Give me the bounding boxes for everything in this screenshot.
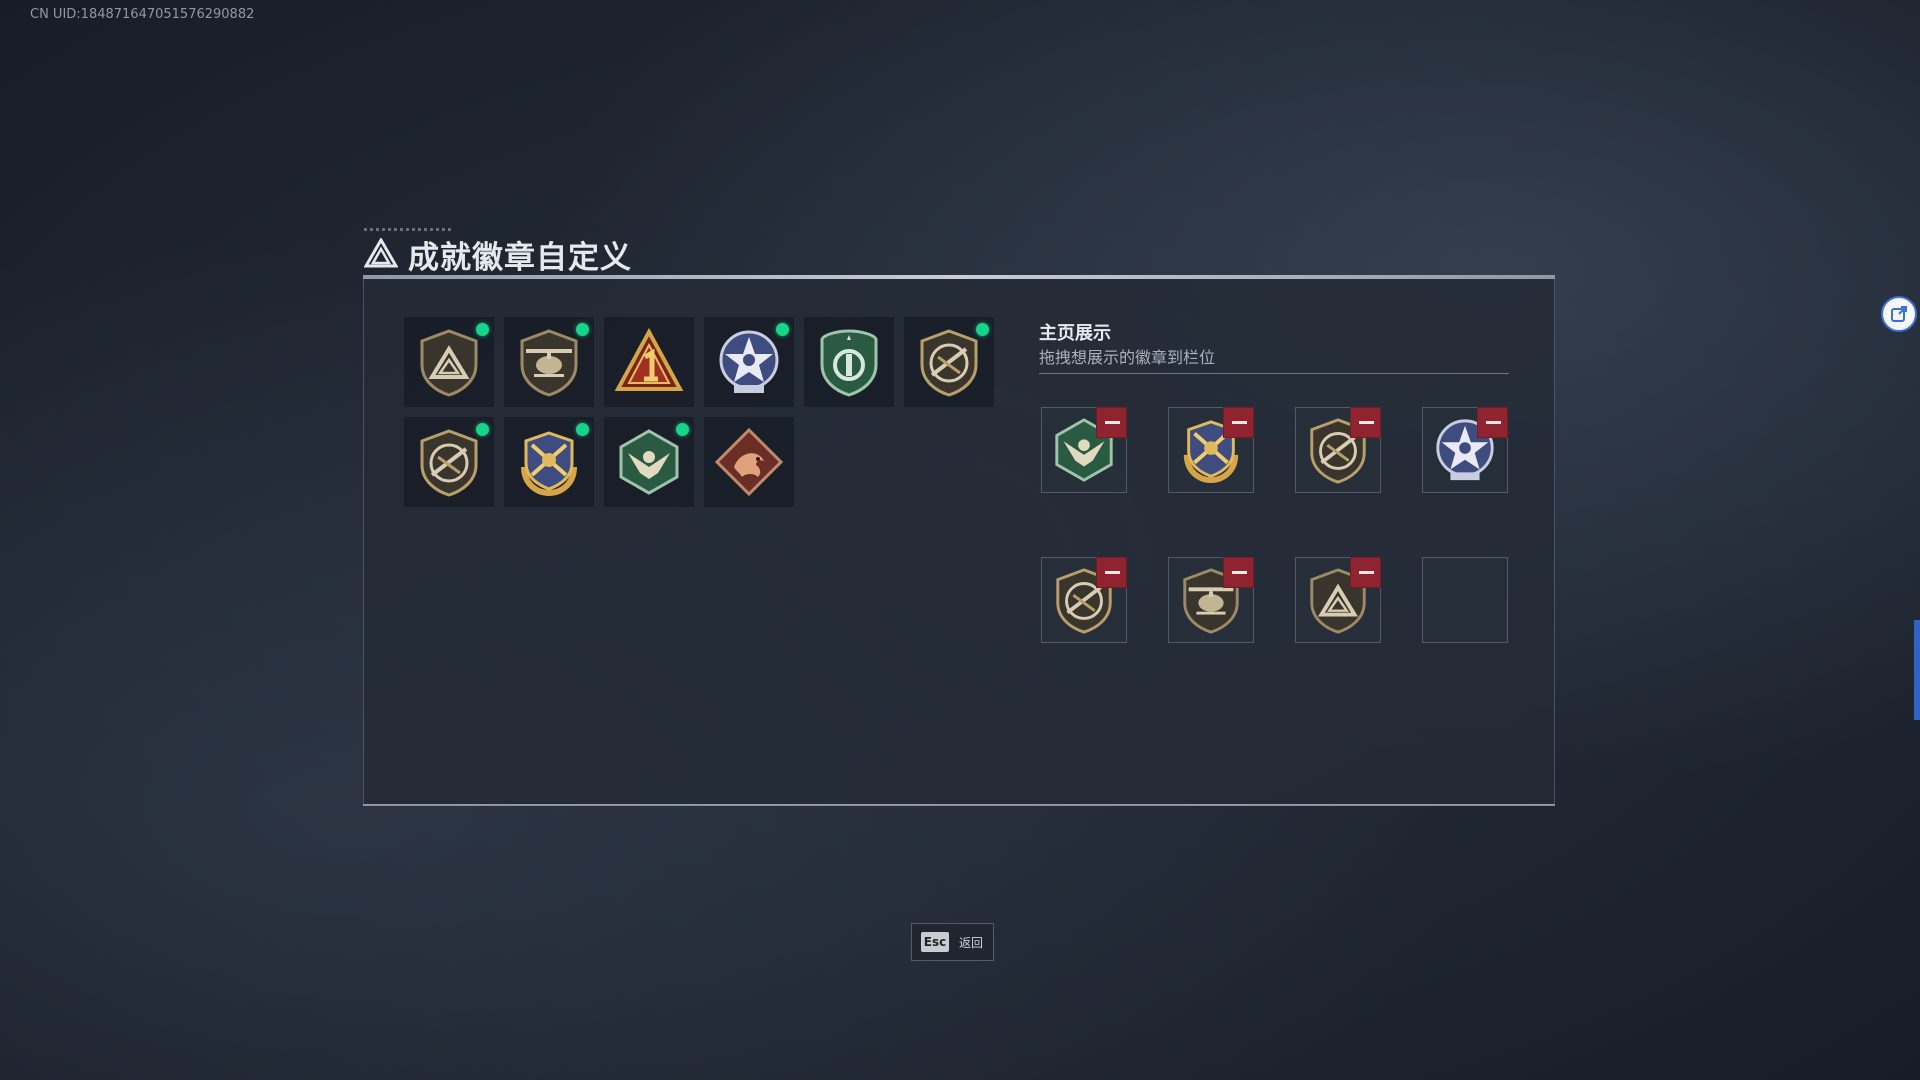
back-label: 返回	[959, 936, 984, 950]
side-float-widget[interactable]	[1881, 296, 1917, 332]
remove-badge-button[interactable]	[1096, 407, 1127, 438]
showcase-slot[interactable]	[1295, 407, 1381, 493]
new-indicator-dot	[976, 323, 989, 336]
owned-badge-cell[interactable]	[804, 317, 894, 407]
owned-badge-cell[interactable]	[904, 317, 994, 407]
remove-badge-button[interactable]	[1223, 557, 1254, 588]
showcase-divider	[1039, 373, 1509, 374]
triangle-logo-icon	[364, 238, 398, 268]
page-title: 成就徽章自定义	[408, 240, 632, 276]
new-indicator-dot	[776, 323, 789, 336]
remove-badge-button[interactable]	[1096, 557, 1127, 588]
showcase-slot[interactable]	[1422, 407, 1508, 493]
owned-badge-cell[interactable]	[604, 317, 694, 407]
new-indicator-dot	[676, 423, 689, 436]
showcase-slot[interactable]	[1168, 557, 1254, 643]
new-indicator-dot	[576, 323, 589, 336]
showcase-title: 主页展示	[1039, 323, 1111, 344]
green-eagle-hexagon-badge-icon	[619, 429, 679, 495]
showcase-slot-empty[interactable]	[1422, 557, 1508, 643]
green-military-shield-badge-icon	[820, 329, 878, 397]
remove-badge-button[interactable]	[1350, 557, 1381, 588]
showcase-subtitle: 拖拽想展示的徽章到栏位	[1039, 348, 1216, 367]
back-button[interactable]: Esc 返回	[911, 923, 994, 961]
remove-badge-button[interactable]	[1223, 407, 1254, 438]
owned-badge-cell[interactable]	[504, 417, 594, 507]
owned-badge-cell[interactable]	[404, 417, 494, 507]
showcase-slot[interactable]	[1041, 407, 1127, 493]
showcase-slot[interactable]	[1168, 407, 1254, 493]
title-decoration	[364, 228, 454, 231]
rifle-shield-badge-icon	[920, 329, 978, 397]
panel-top-border	[363, 275, 1555, 279]
new-indicator-dot	[476, 423, 489, 436]
owned-badge-cell[interactable]	[704, 417, 794, 507]
showcase-slot[interactable]	[1295, 557, 1381, 643]
new-indicator-dot	[476, 323, 489, 336]
uid-text: CN UID:184871647051576290882	[30, 7, 255, 22]
share-icon	[1891, 306, 1907, 322]
rifle-shield-badge-icon	[420, 429, 478, 497]
blue-star-medal-badge-icon	[719, 330, 779, 393]
gold-crossed-rifles-wreath-badge-icon	[521, 431, 577, 497]
new-indicator-dot	[576, 423, 589, 436]
owned-badge-cell[interactable]	[704, 317, 794, 407]
owned-badge-cell[interactable]	[604, 417, 694, 507]
red-dragon-diamond-badge-icon	[714, 427, 784, 497]
title-bar: 成就徽章自定义	[364, 228, 764, 276]
remove-badge-button[interactable]	[1477, 407, 1508, 438]
side-edge-tab[interactable]	[1914, 620, 1920, 720]
helicopter-shield-badge-icon	[520, 329, 578, 397]
owned-badge-cell[interactable]	[504, 317, 594, 407]
owned-badge-cell[interactable]	[404, 317, 494, 407]
triangle-shield-badge-icon	[420, 329, 478, 397]
remove-badge-button[interactable]	[1350, 407, 1381, 438]
panel-bottom-border	[363, 804, 1555, 806]
showcase-slot[interactable]	[1041, 557, 1127, 643]
gold-number-one-triangle-badge-icon	[614, 327, 684, 391]
esc-key-icon: Esc	[921, 932, 949, 952]
